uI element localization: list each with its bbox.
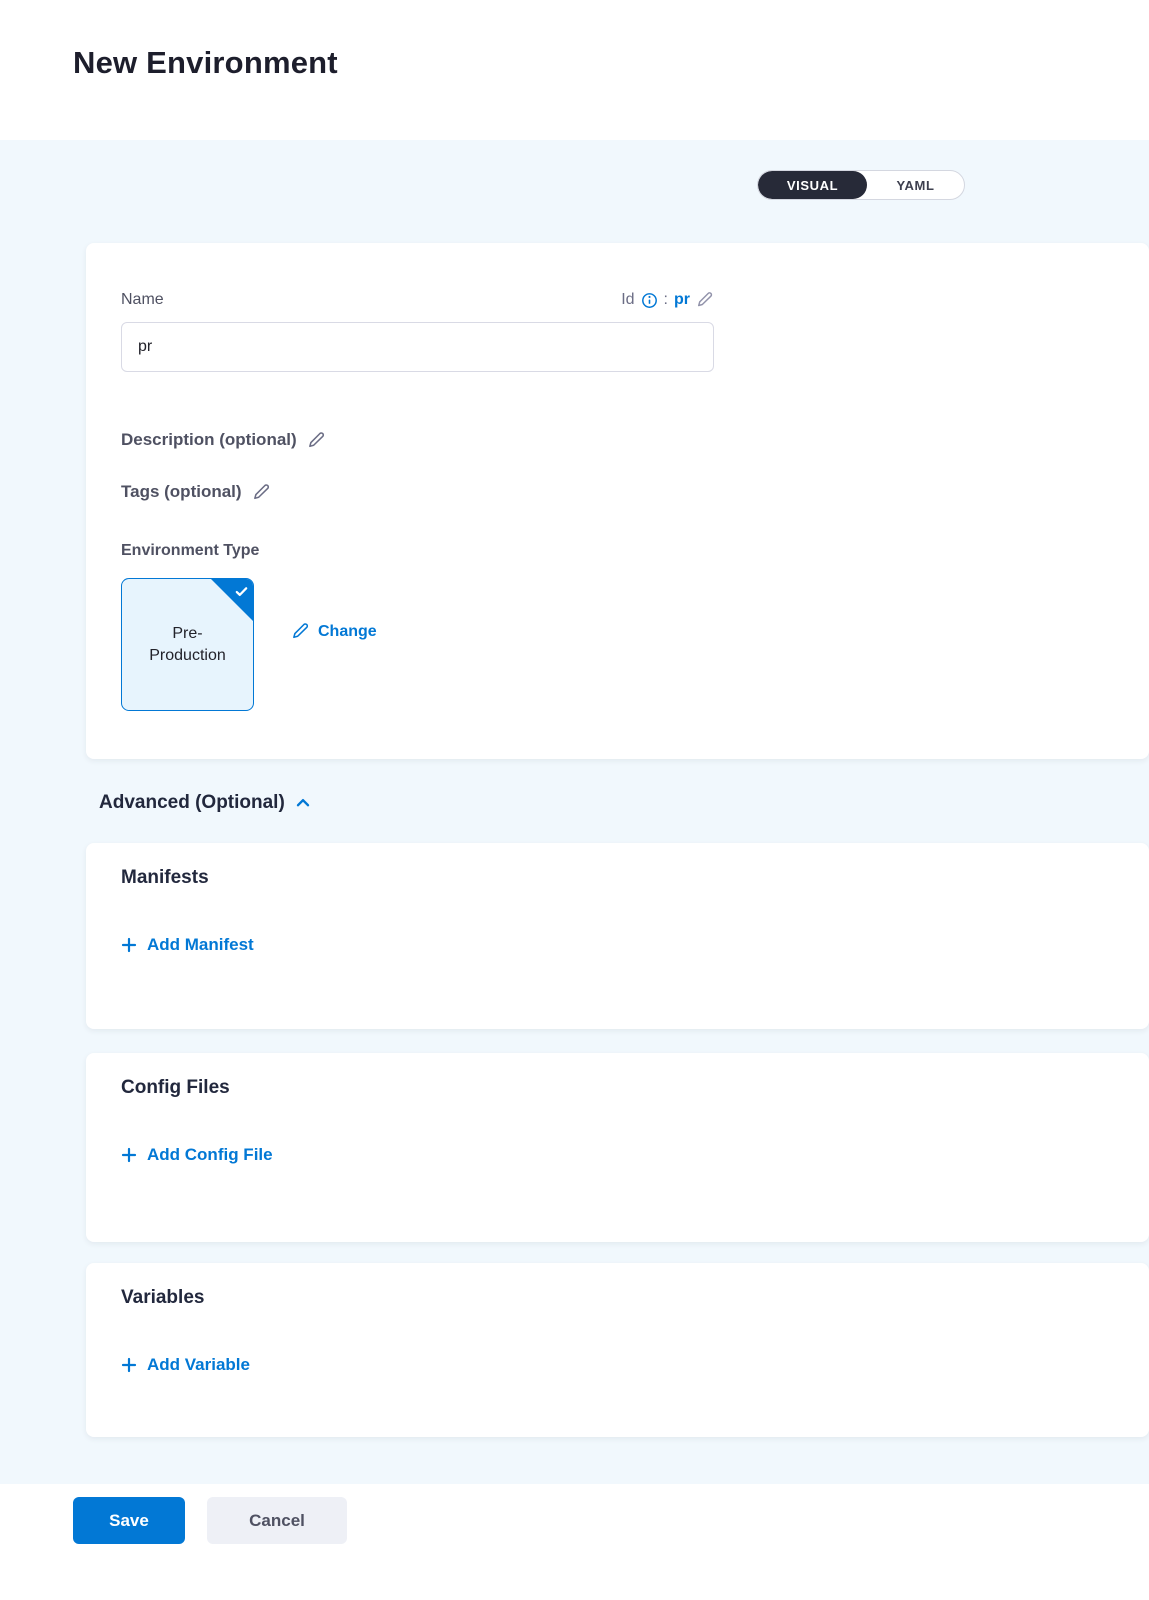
config-files-card: Config Files Add Config File	[86, 1053, 1149, 1242]
plus-icon	[121, 1357, 137, 1373]
plus-icon	[121, 1147, 137, 1163]
config-files-title: Config Files	[121, 1077, 1149, 1101]
description-label: Description (optional)	[121, 430, 297, 450]
page-title: New Environment	[73, 45, 1149, 81]
edit-id-button[interactable]	[696, 291, 714, 309]
variables-title: Variables	[121, 1287, 1149, 1311]
edit-tags-button[interactable]	[252, 483, 271, 502]
edit-pencil-icon	[291, 622, 310, 641]
visual-yaml-toggle: VISUAL YAML	[757, 170, 965, 200]
add-config-file-label: Add Config File	[147, 1145, 273, 1165]
plus-icon	[121, 937, 137, 953]
tags-label: Tags (optional)	[121, 482, 242, 502]
environment-form-panel: VISUAL YAML Name Id : pr	[0, 140, 1149, 1484]
change-environment-type-button[interactable]: Change	[291, 622, 377, 641]
environment-type-value: Pre-Production	[136, 623, 239, 666]
environment-type-card-preproduction[interactable]: Pre-Production	[121, 578, 254, 711]
name-input[interactable]	[121, 322, 714, 372]
add-variable-button[interactable]: Add Variable	[121, 1355, 250, 1375]
checkmark-icon	[234, 584, 249, 599]
environment-type-label: Environment Type	[121, 542, 1149, 562]
page-header: New Environment	[0, 0, 1149, 140]
id-row: Id : pr	[621, 291, 714, 309]
form-actions: Save Cancel	[73, 1497, 1149, 1544]
info-icon[interactable]	[641, 292, 658, 309]
tab-visual[interactable]: VISUAL	[758, 171, 867, 199]
advanced-section-toggle[interactable]: Advanced (Optional)	[99, 791, 1149, 815]
advanced-heading-label: Advanced (Optional)	[99, 792, 285, 814]
environment-details-card: Name Id : pr Description (optional)	[86, 243, 1149, 759]
id-value: pr	[674, 291, 690, 309]
cancel-button[interactable]: Cancel	[207, 1497, 347, 1544]
id-separator: :	[664, 291, 668, 309]
change-label: Change	[318, 623, 377, 641]
tab-yaml[interactable]: YAML	[867, 171, 964, 199]
add-manifest-button[interactable]: Add Manifest	[121, 935, 254, 955]
manifests-card: Manifests Add Manifest	[86, 843, 1149, 1029]
add-config-file-button[interactable]: Add Config File	[121, 1145, 273, 1165]
edit-description-button[interactable]	[307, 431, 326, 450]
manifests-title: Manifests	[121, 867, 1149, 891]
id-label: Id	[621, 291, 634, 309]
add-variable-label: Add Variable	[147, 1355, 250, 1375]
variables-card: Variables Add Variable	[86, 1263, 1149, 1437]
chevron-up-icon	[295, 795, 311, 811]
name-label: Name	[121, 291, 164, 309]
add-manifest-label: Add Manifest	[147, 935, 254, 955]
selected-corner-fold	[211, 579, 253, 621]
save-button[interactable]: Save	[73, 1497, 185, 1544]
